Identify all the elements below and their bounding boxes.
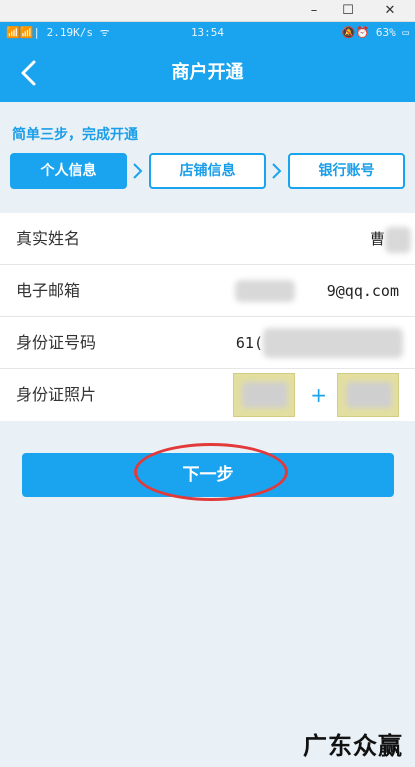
form-row-email[interactable]: 电子邮箱 9@qq.com xyxy=(0,265,415,317)
step-bank-account[interactable]: 银行账号 xyxy=(288,153,405,189)
main-content: 简单三步，完成开通 个人信息 店铺信息 银行账号 真实姓名 曹 电子邮箱 9@q… xyxy=(0,102,415,767)
next-step-button[interactable]: 下一步 xyxy=(22,453,394,497)
info-form: 真实姓名 曹 电子邮箱 9@qq.com 身份证号码 61( 身份证照片 + xyxy=(0,213,415,421)
id-number-label: 身份证号码 xyxy=(16,333,97,352)
watermark: 广东众赢 xyxy=(303,731,403,760)
navbar: 商户开通 xyxy=(0,44,415,102)
form-row-id-photo: 身份证照片 + xyxy=(0,369,415,421)
steps-title: 简单三步，完成开通 xyxy=(12,127,138,143)
real-name-value[interactable]: 曹 xyxy=(370,213,385,265)
minimize-button[interactable]: – xyxy=(297,0,331,22)
redaction-blur xyxy=(385,227,411,253)
plus-icon: + xyxy=(310,383,327,407)
battery-status: 🔕⏰ 63% ▭ xyxy=(341,26,409,39)
status-bar: 📶📶| 2.19K/s ᯤ 13:54 🔕⏰ 63% ▭ xyxy=(0,22,415,44)
id-photo-label: 身份证照片 xyxy=(16,385,97,404)
id-photo-front[interactable] xyxy=(233,373,295,417)
chevron-right-icon xyxy=(272,163,282,179)
close-button[interactable]: ✕ xyxy=(373,0,407,22)
redaction-blur xyxy=(346,382,392,408)
back-button[interactable] xyxy=(12,54,48,92)
chevron-right-icon xyxy=(133,163,143,179)
id-number-value[interactable]: 61( xyxy=(236,317,263,369)
window-titlebar: – ☐ ✕ xyxy=(0,0,415,22)
form-row-id-number[interactable]: 身份证号码 61( xyxy=(0,317,415,369)
id-photo-back[interactable] xyxy=(337,373,399,417)
step-store-info[interactable]: 店铺信息 xyxy=(149,153,266,189)
step-personal-info[interactable]: 个人信息 xyxy=(10,153,127,189)
form-row-real-name[interactable]: 真实姓名 曹 xyxy=(0,213,415,265)
redaction-blur xyxy=(242,382,288,408)
chevron-left-icon xyxy=(21,60,36,86)
email-value[interactable]: 9@qq.com xyxy=(327,265,399,317)
email-label: 电子邮箱 xyxy=(16,281,81,300)
page-title: 商户开通 xyxy=(171,62,244,83)
redaction-blur xyxy=(263,328,403,358)
real-name-label: 真实姓名 xyxy=(16,229,81,248)
maximize-button[interactable]: ☐ xyxy=(331,0,365,22)
redaction-blur xyxy=(235,280,295,302)
